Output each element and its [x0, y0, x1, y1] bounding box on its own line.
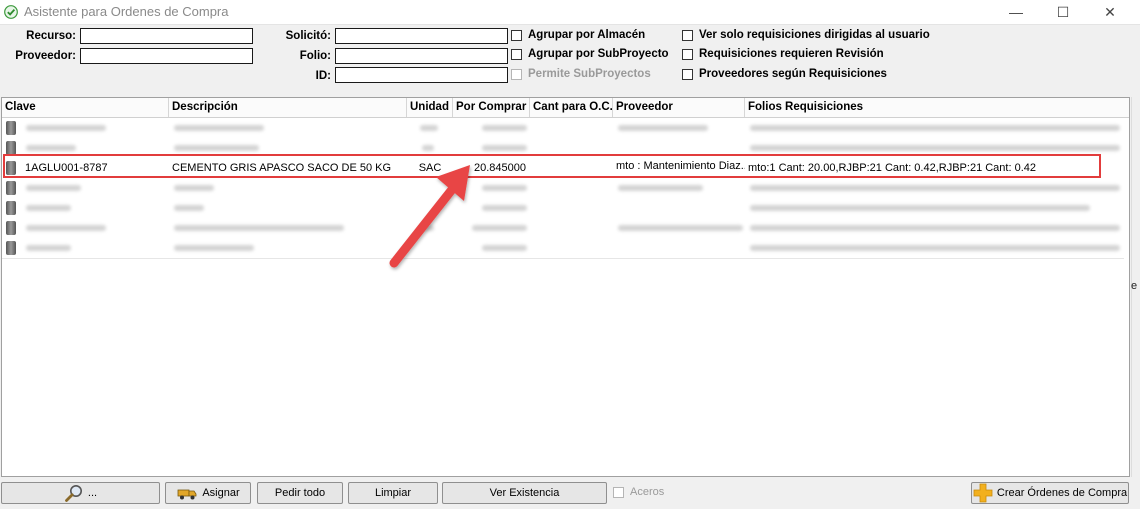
table-row[interactable]	[2, 198, 1124, 218]
col-clave[interactable]: Clave	[2, 98, 169, 117]
item-icon	[6, 221, 16, 235]
col-folios[interactable]: Folios Requisiciones	[745, 98, 1129, 117]
folio-label: Folio:	[299, 50, 331, 62]
side-fragment: e	[1131, 280, 1138, 292]
filter-form: Recurso: Proveedor: Solicitó: Folio: ID:…	[0, 25, 1140, 95]
table-row[interactable]	[2, 118, 1124, 138]
cell-clave: 1AGLU001-8787	[25, 162, 108, 174]
app-check-icon	[4, 5, 18, 19]
asignar-button[interactable]: Asignar	[165, 482, 251, 504]
agrupar-almacen-checkbox[interactable]: Agrupar por Almacén	[511, 29, 645, 41]
permite-subproyectos-checkbox: Permite SubProyectos	[511, 68, 651, 80]
item-icon	[6, 121, 16, 135]
cell-folios: mto:1 Cant: 20.00,RJBP:21 Cant: 0.42,RJB…	[748, 162, 1036, 174]
solicito-label: Solicitó:	[285, 30, 331, 42]
magnifier-icon	[65, 485, 82, 502]
col-por-comprar[interactable]: Por Comprar	[453, 98, 530, 117]
proveedor-label: Proveedor:	[15, 50, 76, 62]
col-proveedor[interactable]: Proveedor	[613, 98, 745, 117]
cell-descripcion: CEMENTO GRIS APASCO SACO DE 50 KG	[172, 162, 392, 174]
solicito-input[interactable]	[335, 28, 508, 44]
proveedores-requisiciones-checkbox[interactable]: Proveedores según Requisiciones	[682, 68, 887, 80]
col-cant-oc[interactable]: Cant para O.C.	[530, 98, 613, 117]
truck-icon	[177, 489, 197, 500]
minimize-button[interactable]: —	[993, 0, 1039, 24]
crear-ordenes-button[interactable]: Crear Órdenes de Compra	[971, 482, 1129, 504]
col-descripcion[interactable]: Descripción	[169, 98, 407, 117]
ver-solo-requisiciones-checkbox[interactable]: Ver solo requisiciones dirigidas al usua…	[682, 29, 930, 41]
ver-existencia-button[interactable]: Ver Existencia	[442, 482, 607, 504]
recurso-label: Recurso:	[26, 30, 76, 42]
item-icon	[6, 201, 16, 215]
item-icon	[6, 181, 16, 195]
title-bar: Asistente para Ordenes de Compra — ☐ ✕	[0, 0, 1140, 25]
plus-icon	[973, 483, 993, 503]
agrupar-subproyecto-checkbox[interactable]: Agrupar por SubProyecto	[511, 48, 669, 60]
window-title: Asistente para Ordenes de Compra	[24, 4, 229, 19]
requisitions-grid[interactable]: Clave Descripción Unidad Por Comprar Can…	[1, 97, 1130, 477]
pedir-todo-button[interactable]: Pedir todo	[257, 482, 343, 504]
id-label: ID:	[315, 70, 331, 82]
annotation-arrow-icon	[389, 165, 470, 268]
maximize-button[interactable]: ☐	[1040, 0, 1086, 24]
proveedor-input[interactable]	[80, 48, 253, 64]
grid-header: Clave Descripción Unidad Por Comprar Can…	[2, 98, 1129, 118]
cell-proveedor: mto : Mantenimiento Diaz...	[616, 160, 745, 172]
table-row[interactable]	[2, 138, 1124, 158]
close-button[interactable]: ✕	[1087, 0, 1133, 24]
table-row[interactable]	[2, 178, 1124, 198]
id-input[interactable]	[335, 67, 508, 83]
folio-input[interactable]	[335, 48, 508, 64]
table-row[interactable]	[2, 238, 1124, 258]
table-row-highlighted[interactable]: 1AGLU001-8787 CEMENTO GRIS APASCO SACO D…	[2, 158, 1124, 178]
col-unidad[interactable]: Unidad	[407, 98, 453, 117]
aceros-checkbox: Aceros	[613, 486, 664, 498]
search-button[interactable]: ...	[1, 482, 160, 504]
recurso-input[interactable]	[80, 28, 253, 44]
requisiciones-revision-checkbox[interactable]: Requisiciones requieren Revisión	[682, 48, 884, 60]
item-icon	[6, 161, 16, 175]
table-row[interactable]	[2, 218, 1124, 238]
item-icon	[6, 141, 16, 155]
item-icon	[6, 241, 16, 255]
cell-cant-oc[interactable]	[530, 158, 613, 178]
limpiar-button[interactable]: Limpiar	[348, 482, 438, 504]
